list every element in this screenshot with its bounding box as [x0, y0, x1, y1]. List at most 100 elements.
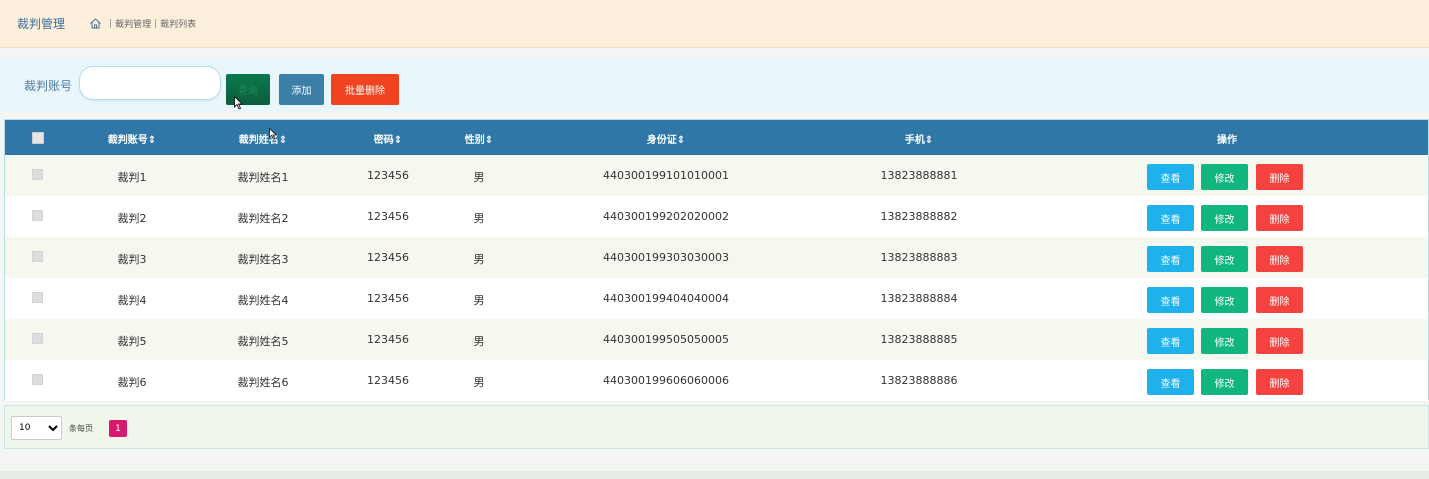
column-header-gender[interactable]: 性别⇕ — [465, 131, 493, 146]
delete-button[interactable]: 删除 — [1256, 369, 1303, 395]
column-header-actions: 操作 — [1217, 135, 1237, 146]
breadcrumb-separator: | — [109, 18, 113, 29]
select-all-checkbox[interactable] — [32, 132, 44, 144]
cell-name: 裁判姓名5 — [237, 335, 289, 348]
cell-account: 裁判6 — [117, 376, 147, 389]
sort-icon: ⇕ — [484, 135, 494, 146]
delete-button[interactable]: 删除 — [1256, 328, 1303, 354]
edit-button[interactable]: 修改 — [1201, 287, 1248, 313]
table-row: 裁判5 裁判姓名5 123456 男 440300199505050005 1382388… — [5, 319, 1428, 360]
cell-password: 123456 — [367, 374, 409, 387]
delete-button[interactable]: 删除 — [1256, 164, 1303, 190]
view-button[interactable]: 查看 — [1147, 164, 1194, 190]
table-row: 裁判6 裁判姓名6 123456 男 440300199606060006 1382388… — [5, 360, 1428, 401]
breadcrumb-separator: | — [154, 18, 158, 29]
delete-button[interactable]: 删除 — [1256, 205, 1303, 231]
cell-account: 裁判4 — [117, 294, 147, 307]
cell-gender: 男 — [473, 171, 485, 184]
page-button-current[interactable]: 1 — [109, 420, 127, 437]
column-header-phone[interactable]: 手机⇕ — [905, 131, 933, 146]
search-button[interactable]: 查询 — [226, 74, 270, 105]
breadcrumb-item-referee-management[interactable]: 裁判管理 — [115, 17, 151, 30]
table-body: 裁判1 裁判姓名1 123456 男 440300199101010001 1382388… — [5, 155, 1428, 401]
search-label: 裁判账号 — [24, 79, 73, 93]
view-button[interactable]: 查看 — [1147, 369, 1194, 395]
edit-button[interactable]: 修改 — [1201, 164, 1248, 190]
referee-account-search-input[interactable] — [79, 66, 221, 100]
cell-id-card: 440300199202020002 — [603, 210, 729, 223]
row-checkbox[interactable] — [32, 333, 43, 344]
page-title: 裁判管理 — [17, 17, 66, 31]
cell-gender: 男 — [473, 294, 485, 307]
row-checkbox[interactable] — [32, 251, 43, 262]
pagination-bar: 10 条每页 1 — [4, 405, 1429, 449]
table-row: 裁判3 裁判姓名3 123456 男 440300199303030003 1382388… — [5, 237, 1428, 278]
column-header-password[interactable]: 密码⇕ — [374, 131, 402, 146]
cell-name: 裁判姓名3 — [237, 253, 289, 266]
sort-icon: ⇕ — [924, 135, 934, 146]
top-breadcrumb-bar: 裁判管理 | 裁判管理 | 裁判列表 — [0, 0, 1429, 48]
page-size-select[interactable]: 10 — [11, 416, 62, 440]
cell-name: 裁判姓名1 — [237, 171, 289, 184]
cell-id-card: 440300199303030003 — [603, 251, 729, 264]
batch-delete-button[interactable]: 批量删除 — [331, 74, 399, 105]
cell-password: 123456 — [367, 251, 409, 264]
edit-button[interactable]: 修改 — [1201, 246, 1248, 272]
cell-id-card: 440300199505050005 — [603, 333, 729, 346]
cell-gender: 男 — [473, 253, 485, 266]
table-row: 裁判4 裁判姓名4 123456 男 440300199404040004 1382388… — [5, 278, 1428, 319]
cell-password: 123456 — [367, 169, 409, 182]
column-header-name[interactable]: 裁判姓名⇕ — [239, 131, 287, 146]
sort-icon: ⇕ — [393, 135, 403, 146]
mouse-cursor-icon — [234, 96, 243, 110]
edit-button[interactable]: 修改 — [1201, 369, 1248, 395]
add-button[interactable]: 添加 — [279, 74, 324, 105]
delete-button[interactable]: 删除 — [1256, 246, 1303, 272]
table-row: 裁判1 裁判姓名1 123456 男 440300199101010001 1382388… — [5, 155, 1428, 196]
cell-phone: 13823888885 — [880, 333, 958, 346]
view-button[interactable]: 查看 — [1147, 246, 1194, 272]
cell-phone: 13823888881 — [880, 169, 958, 182]
table-row: 裁判2 裁判姓名2 123456 男 440300199202020002 1382388… — [5, 196, 1428, 237]
cell-phone: 13823888882 — [880, 210, 958, 223]
cell-phone: 13823888883 — [880, 251, 958, 264]
cell-phone: 13823888886 — [880, 374, 958, 387]
cell-account: 裁判1 — [117, 171, 147, 184]
cell-name: 裁判姓名2 — [237, 212, 289, 225]
breadcrumb-item-referee-list: 裁判列表 — [160, 20, 197, 30]
view-button[interactable]: 查看 — [1147, 205, 1194, 231]
sort-icon: ⇕ — [676, 135, 686, 146]
sort-icon: ⇕ — [147, 135, 157, 146]
cell-gender: 男 — [473, 376, 485, 389]
home-icon[interactable] — [89, 17, 102, 30]
referee-table: 裁判账号⇕ 裁判姓名⇕ 密码⇕ 性别⇕ 身份证⇕ 手机⇕ 操作 裁判1 裁判姓名1… — [4, 119, 1429, 401]
row-checkbox[interactable] — [32, 374, 43, 385]
column-header-id-card[interactable]: 身份证⇕ — [647, 131, 685, 146]
cell-account: 裁判2 — [117, 212, 147, 225]
cell-name: 裁判姓名4 — [237, 294, 289, 307]
cell-password: 123456 — [367, 210, 409, 223]
cell-account: 裁判3 — [117, 253, 147, 266]
cell-gender: 男 — [473, 212, 485, 225]
view-button[interactable]: 查看 — [1147, 287, 1194, 313]
cell-password: 123456 — [367, 333, 409, 346]
column-header-account[interactable]: 裁判账号⇕ — [108, 131, 156, 146]
view-button[interactable]: 查看 — [1147, 328, 1194, 354]
delete-button[interactable]: 删除 — [1256, 287, 1303, 313]
per-page-label: 条每页 — [69, 424, 93, 433]
cell-id-card: 440300199404040004 — [603, 292, 729, 305]
search-toolbar: 裁判账号 查询 添加 批量删除 — [0, 58, 1429, 112]
cell-password: 123456 — [367, 292, 409, 305]
cell-account: 裁判5 — [117, 335, 147, 348]
footer-strip — [0, 471, 1429, 479]
sort-icon: ⇕ — [278, 135, 288, 146]
edit-button[interactable]: 修改 — [1201, 328, 1248, 354]
row-checkbox[interactable] — [32, 292, 43, 303]
row-checkbox[interactable] — [32, 210, 43, 221]
edit-button[interactable]: 修改 — [1201, 205, 1248, 231]
row-checkbox[interactable] — [32, 169, 43, 180]
cell-id-card: 440300199606060006 — [603, 374, 729, 387]
breadcrumb: | 裁判管理 | 裁判列表 — [89, 17, 196, 30]
table-header: 裁判账号⇕ 裁判姓名⇕ 密码⇕ 性别⇕ 身份证⇕ 手机⇕ 操作 — [5, 120, 1428, 155]
cell-gender: 男 — [473, 335, 485, 348]
